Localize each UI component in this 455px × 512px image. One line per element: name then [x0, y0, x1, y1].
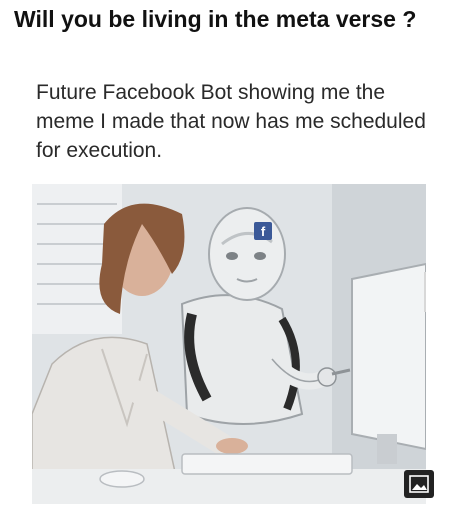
post-title: Will you be living in the meta verse ?	[14, 6, 417, 32]
side-divider	[424, 272, 426, 312]
meme-image: Future Facebook Bot showing me the meme …	[24, 72, 434, 510]
meme-photo: f	[32, 184, 426, 504]
meme-caption: Future Facebook Bot showing me the meme …	[36, 81, 426, 162]
image-type-badge[interactable]	[404, 470, 434, 498]
facebook-badge-letter: f	[261, 224, 266, 239]
office-scene-illustration: f	[32, 184, 426, 504]
image-icon	[409, 475, 429, 493]
